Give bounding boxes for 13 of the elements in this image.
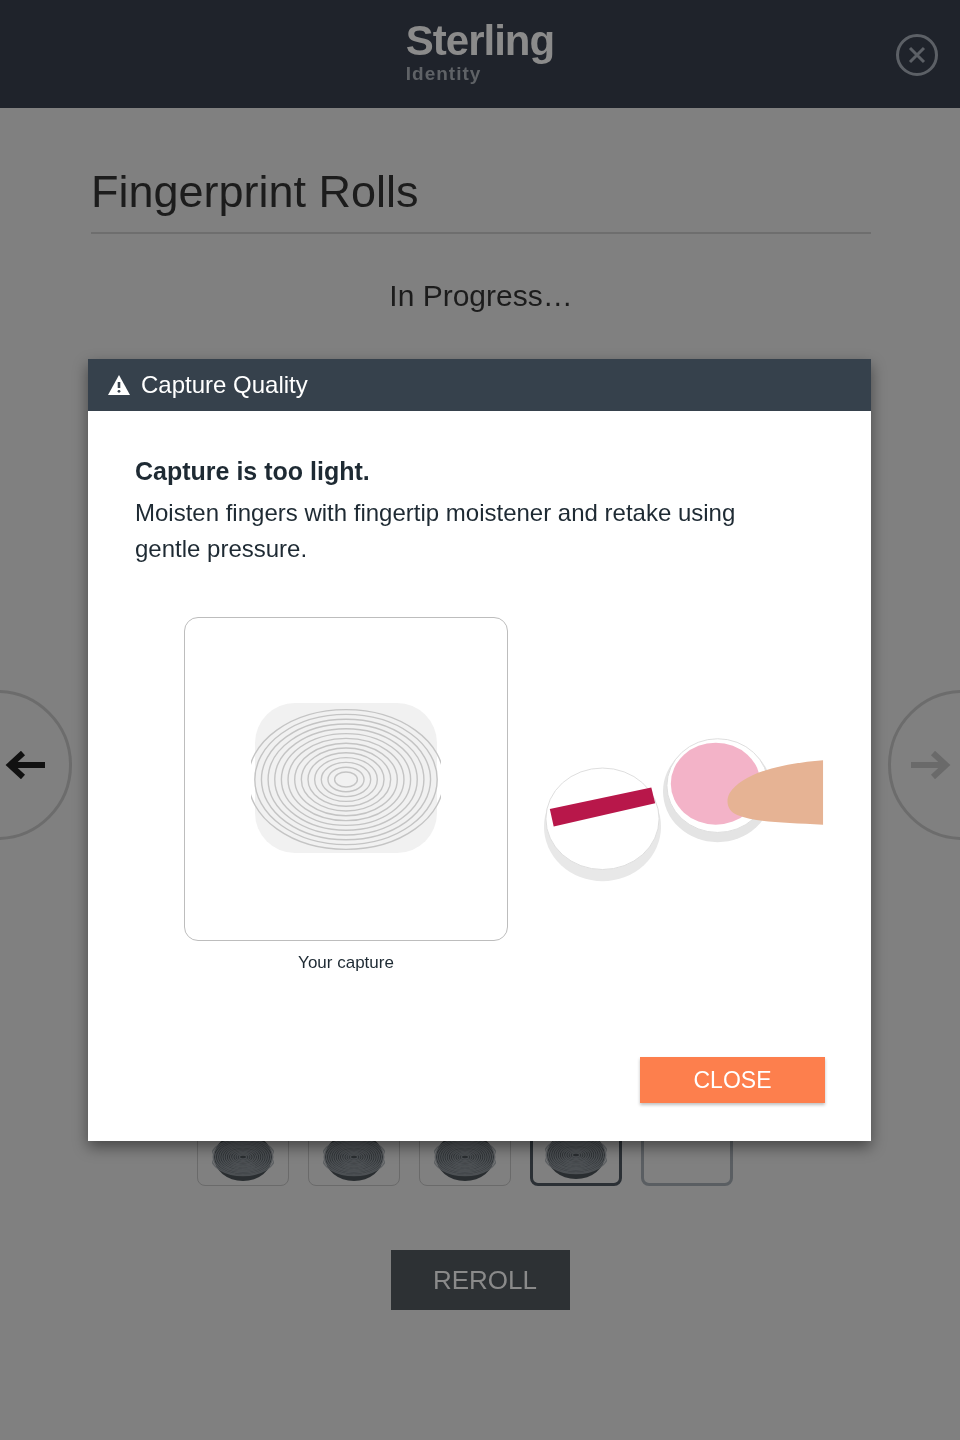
- quality-heading: Capture is too light.: [135, 456, 371, 487]
- page-title: Fingerprint Rolls: [91, 108, 871, 234]
- dialog-title: Capture Quality: [141, 371, 308, 399]
- arrow-icon: [5, 751, 47, 779]
- reroll-button[interactable]: REROLL: [390, 1250, 570, 1310]
- capture-caption: Your capture: [298, 953, 394, 973]
- progress-status: In Progress…: [388, 278, 574, 314]
- brand-subtitle: Identity: [405, 63, 482, 85]
- quality-message: Moisten fingers with fingertip moistener and retake using gentle pressure.: [135, 498, 737, 564]
- close-icon[interactable]: [896, 34, 938, 76]
- close-button[interactable]: CLOSE: [640, 1057, 825, 1103]
- brand-logo-text: Sterling: [405, 19, 555, 63]
- warning-icon: [107, 374, 131, 396]
